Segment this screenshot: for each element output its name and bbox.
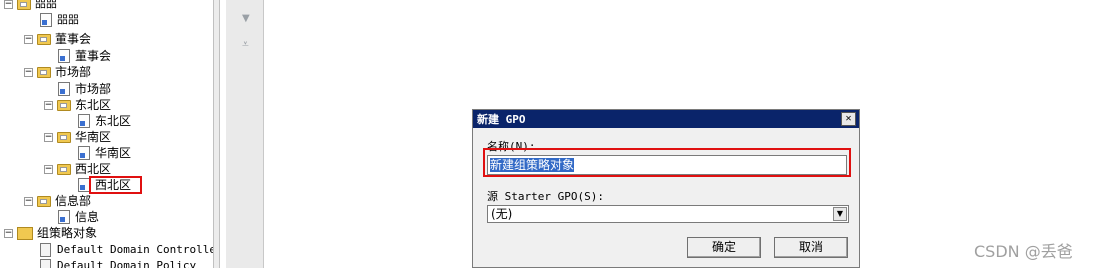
scroll-bottom-icon[interactable]: ⩡ bbox=[242, 37, 249, 52]
collapse-icon[interactable]: − bbox=[44, 164, 53, 174]
tree-item[interactable]: − 市场部 bbox=[24, 64, 91, 80]
ou-folder-icon bbox=[37, 33, 51, 45]
starter-gpo-label: 源 Starter GPO(S): bbox=[487, 190, 604, 203]
tree-item-label: 董事会 bbox=[75, 49, 112, 63]
tree-item-label: 董事会 bbox=[55, 32, 92, 46]
watermark: CSDN @丢爸 bbox=[974, 242, 1073, 261]
gpo-container-icon bbox=[17, 226, 33, 240]
collapse-icon[interactable]: − bbox=[44, 100, 53, 110]
tree-item[interactable]: − 西北区 bbox=[44, 161, 111, 177]
tree-item[interactable]: − 信息部 bbox=[24, 193, 91, 209]
tree-item[interactable]: 东北区 bbox=[78, 113, 131, 129]
tree-item[interactable]: 市场部 bbox=[58, 81, 111, 97]
new-gpo-dialog: 新建 GPO ✕ 名称(N): 新建组策略对象 源 Starter GPO(S)… bbox=[472, 109, 860, 268]
tree-item-label: 东北区 bbox=[95, 114, 132, 128]
tree-item-label: 㗊㗊 bbox=[35, 0, 57, 10]
tree-item[interactable]: − 㗊㗊 bbox=[4, 0, 57, 12]
ou-folder-icon bbox=[37, 195, 51, 207]
chevron-down-icon[interactable]: ▼ bbox=[833, 207, 847, 221]
highlight-box-tree-item bbox=[89, 176, 142, 194]
highlight-box-name-input bbox=[483, 148, 851, 177]
ou-folder-icon bbox=[37, 66, 51, 78]
cancel-button[interactable]: 取消 bbox=[774, 237, 848, 258]
tree-item[interactable]: 㗊㗊 bbox=[40, 12, 79, 28]
gpo-link-icon bbox=[78, 146, 90, 160]
gpo-object-icon bbox=[40, 259, 51, 268]
tree-item[interactable]: − 组策略对象 bbox=[4, 225, 97, 241]
close-button[interactable]: ✕ bbox=[841, 112, 856, 126]
tree-item[interactable]: − 华南区 bbox=[44, 129, 111, 145]
tree-item-label: 㗊㗊 bbox=[57, 13, 79, 26]
gpo-link-icon bbox=[58, 49, 70, 63]
ou-folder-icon bbox=[57, 131, 71, 143]
tree-item-label: 东北区 bbox=[75, 98, 112, 112]
tree-item-label: Default Domain Controllers bbox=[57, 243, 213, 256]
ou-folder-icon bbox=[17, 0, 31, 10]
starter-gpo-value: (无) bbox=[491, 207, 513, 221]
tree-item-label: 信息部 bbox=[55, 194, 92, 208]
scroll-down-icon[interactable]: ▼ bbox=[242, 13, 250, 24]
tree-item-label: 信息 bbox=[75, 210, 100, 224]
tree-item[interactable]: 信息 bbox=[58, 209, 99, 225]
tree-item[interactable]: − 东北区 bbox=[44, 97, 111, 113]
tree-item-label: 华南区 bbox=[95, 146, 132, 160]
tree-item-label: Default Domain Policy bbox=[57, 259, 197, 268]
tree-item[interactable]: Default Domain Policy bbox=[40, 258, 196, 268]
tree-item[interactable]: Default Domain Controllers bbox=[40, 242, 213, 258]
gpo-link-icon bbox=[78, 114, 90, 128]
gpo-object-icon bbox=[40, 243, 51, 257]
collapse-icon[interactable]: − bbox=[44, 132, 53, 142]
tree-item-label: 组策略对象 bbox=[37, 226, 98, 240]
tree-item-label: 西北区 bbox=[75, 162, 112, 176]
pane-splitter[interactable] bbox=[213, 0, 220, 268]
tree-item-label: 市场部 bbox=[75, 82, 112, 96]
dialog-title-bar[interactable]: 新建 GPO ✕ bbox=[473, 110, 859, 128]
starter-gpo-select[interactable]: (无) ▼ bbox=[487, 205, 849, 223]
collapse-icon[interactable]: − bbox=[24, 67, 33, 77]
gpo-tree: − 㗊㗊 㗊㗊 − 董事会 董事会 − 市场部 市场部 − 东北区 东北区 − 华南区 华南区 − 西北区 西北区… bbox=[0, 0, 213, 268]
gpo-link-icon bbox=[58, 210, 70, 224]
tree-item-label: 市场部 bbox=[55, 65, 92, 79]
ou-folder-icon bbox=[57, 163, 71, 175]
gpo-link-icon bbox=[40, 13, 52, 27]
gpo-link-icon bbox=[58, 82, 70, 96]
collapse-icon[interactable]: − bbox=[4, 0, 13, 9]
collapse-icon[interactable]: − bbox=[24, 34, 33, 44]
collapse-icon[interactable]: − bbox=[4, 228, 13, 238]
tree-item[interactable]: 董事会 bbox=[58, 48, 111, 64]
ou-folder-icon bbox=[57, 99, 71, 111]
tree-item[interactable]: − 董事会 bbox=[24, 31, 91, 47]
tree-item-label: 华南区 bbox=[75, 130, 112, 144]
tree-item[interactable]: 华南区 bbox=[78, 145, 131, 161]
ok-button[interactable]: 确定 bbox=[687, 237, 761, 258]
dialog-title: 新建 GPO bbox=[477, 113, 526, 126]
collapse-icon[interactable]: − bbox=[24, 196, 33, 206]
